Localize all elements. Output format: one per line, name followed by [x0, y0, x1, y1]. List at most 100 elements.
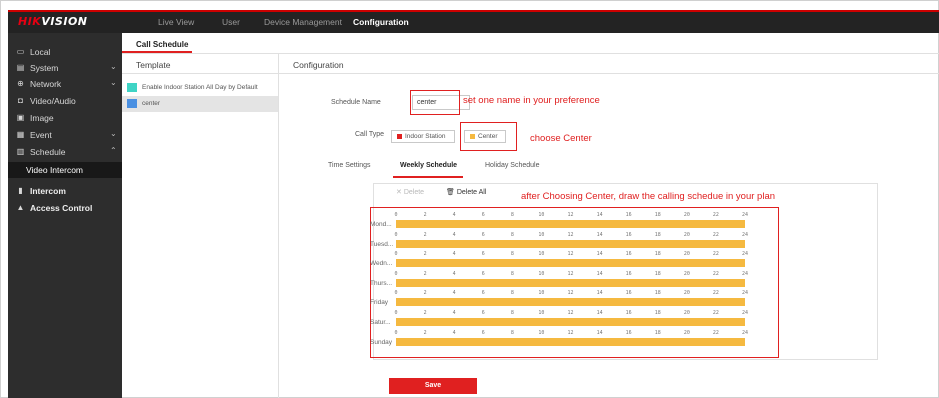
time-tick: 6: [481, 290, 485, 297]
event-icon: ▦: [16, 130, 25, 139]
time-tick: 14: [596, 231, 603, 238]
brand-logo: HIKVISION: [18, 15, 88, 28]
time-tick: 24: [741, 231, 749, 238]
subtab-weekly-schedule[interactable]: Weekly Schedule: [400, 162, 457, 169]
chevron-down-icon: ⌄: [110, 62, 117, 71]
time-tick: 14: [596, 270, 603, 277]
time-tick: 20: [683, 310, 690, 316]
annotation-draw: after Choosing Center, draw the calling …: [521, 191, 776, 202]
time-tick: 0: [394, 329, 398, 336]
time-tick: 4: [452, 310, 456, 316]
sidebar-item-system[interactable]: ▤ System ⌄: [8, 60, 122, 76]
schedule-bar[interactable]: [396, 337, 745, 346]
sidebar-item-access-control[interactable]: ▲ Access Control: [8, 200, 122, 216]
chevron-up-icon: ⌃: [110, 146, 117, 155]
time-tick: 10: [538, 290, 545, 297]
schedule-bar[interactable]: [396, 318, 745, 326]
time-tick: 16: [625, 310, 632, 316]
template-item-center[interactable]: center: [122, 96, 278, 112]
time-tick: 4: [452, 231, 456, 238]
schedule-bar[interactable]: [396, 259, 745, 268]
call-type-label: Call Type: [355, 131, 385, 138]
schedule-bar[interactable]: [396, 239, 745, 248]
sidebar-item-video-audio[interactable]: ◘ Video/Audio: [8, 93, 122, 109]
time-tick: 24: [741, 329, 749, 336]
time-tick: 12: [567, 231, 574, 238]
delete-button[interactable]: ✕ Delete: [396, 188, 424, 196]
time-tick: 2: [423, 212, 427, 218]
save-button[interactable]: Save: [389, 378, 477, 394]
time-tick: 12: [567, 310, 574, 316]
image-icon: ▣: [16, 113, 25, 122]
config-header: Configuration: [279, 54, 939, 74]
nav-user[interactable]: User: [222, 17, 240, 27]
time-tick: 6: [481, 329, 485, 336]
sidebar-item-network[interactable]: ⊕ Network ⌄: [8, 76, 122, 92]
time-tick: 22: [712, 251, 719, 258]
time-tick: 22: [712, 212, 719, 218]
tab-bar: [122, 33, 939, 54]
sidebar-item-intercom[interactable]: ▮ Intercom: [8, 183, 122, 199]
time-tick: 22: [712, 290, 719, 297]
time-tick: 6: [481, 251, 485, 258]
schedule-bar[interactable]: [396, 298, 745, 307]
video-icon: ◘: [18, 96, 23, 105]
time-tick: 10: [538, 329, 545, 336]
time-tick: 16: [625, 270, 632, 277]
chevron-down-icon: ⌄: [110, 129, 117, 138]
nav-device-management[interactable]: Device Management: [264, 17, 342, 27]
day-label: Thurs...: [370, 279, 393, 287]
sidebar-item-image[interactable]: ▣ Image: [8, 110, 122, 126]
time-tick: 4: [452, 329, 456, 336]
time-tick: 18: [654, 329, 661, 336]
schedule-bar[interactable]: [396, 278, 745, 287]
time-tick: 4: [452, 270, 456, 277]
config-title: Configuration: [293, 60, 344, 70]
tab-call-schedule[interactable]: Call Schedule: [136, 40, 188, 49]
subtab-holiday-schedule[interactable]: Holiday Schedule: [485, 162, 539, 169]
time-tick: 0: [394, 290, 398, 297]
calendar-icon: ▥: [16, 147, 25, 156]
time-tick: 14: [596, 212, 603, 218]
time-tick: 12: [567, 251, 574, 258]
time-tick: 10: [538, 270, 545, 277]
time-tick: 2: [423, 329, 427, 336]
subtab-time-settings[interactable]: Time Settings: [328, 162, 371, 169]
time-tick: 24: [741, 290, 749, 297]
time-tick: 0: [394, 231, 398, 238]
day-label: Sunday: [370, 338, 393, 346]
time-tick: 18: [654, 212, 661, 218]
time-tick: 16: [625, 251, 632, 258]
template-item-default[interactable]: Enable Indoor Station All Day by Default: [122, 80, 278, 96]
time-tick: 14: [596, 310, 603, 316]
delete-all-button[interactable]: 🗑 Delete All: [446, 188, 486, 196]
time-tick: 6: [481, 231, 485, 238]
schedule-bar[interactable]: [396, 220, 745, 228]
time-tick: 2: [423, 290, 427, 297]
time-tick: 2: [423, 251, 427, 258]
call-type-indoor-station[interactable]: Indoor Station: [391, 130, 455, 143]
annotation-name: set one name in your preference: [463, 95, 600, 106]
sidebar-item-video-intercom[interactable]: Video Intercom: [8, 162, 122, 178]
sidebar-item-event[interactable]: ▦ Event ⌄: [8, 127, 122, 143]
time-tick: 8: [510, 270, 514, 277]
time-tick: 14: [596, 251, 603, 258]
highlight-box-center: [460, 122, 517, 151]
nav-configuration[interactable]: Configuration: [353, 17, 409, 27]
template-title: Template: [136, 60, 171, 70]
time-tick: 18: [654, 251, 661, 258]
time-tick: 6: [481, 212, 485, 218]
sidebar-item-schedule[interactable]: ▥ Schedule ⌃: [8, 144, 122, 160]
time-tick: 22: [712, 310, 719, 316]
monitor-icon: ▭: [16, 47, 25, 56]
time-tick: 22: [712, 270, 719, 277]
time-tick: 8: [510, 290, 514, 297]
sidebar-item-local[interactable]: ▭ Local: [8, 44, 122, 60]
nav-live-view[interactable]: Live View: [158, 17, 194, 27]
time-tick: 6: [481, 310, 485, 316]
time-tick: 20: [683, 270, 690, 277]
time-tick: 22: [712, 231, 719, 238]
time-tick: 24: [741, 270, 749, 277]
time-tick: 16: [625, 329, 632, 336]
time-tick: 16: [625, 212, 632, 218]
